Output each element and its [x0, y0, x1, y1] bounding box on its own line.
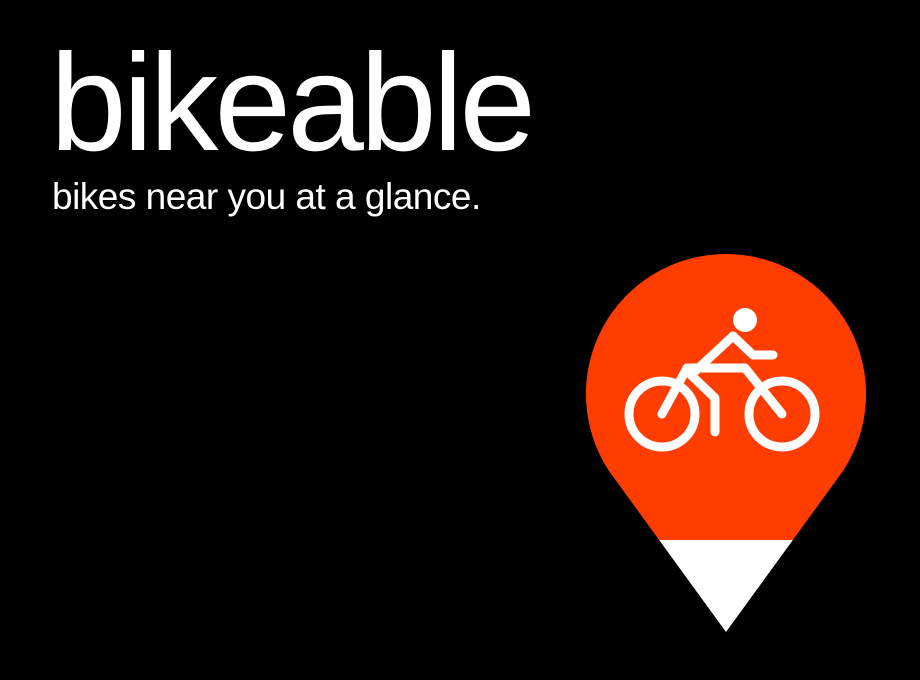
pin-tip — [585, 540, 867, 632]
app-tagline: bikes near you at a glance. — [52, 176, 481, 217]
splash-screen: bikeable bikes near you at a glance. — [0, 0, 920, 680]
app-title: bikeable — [50, 26, 536, 180]
pin-body — [585, 254, 867, 540]
map-pin-icon — [585, 254, 867, 632]
rider-head — [733, 308, 757, 332]
